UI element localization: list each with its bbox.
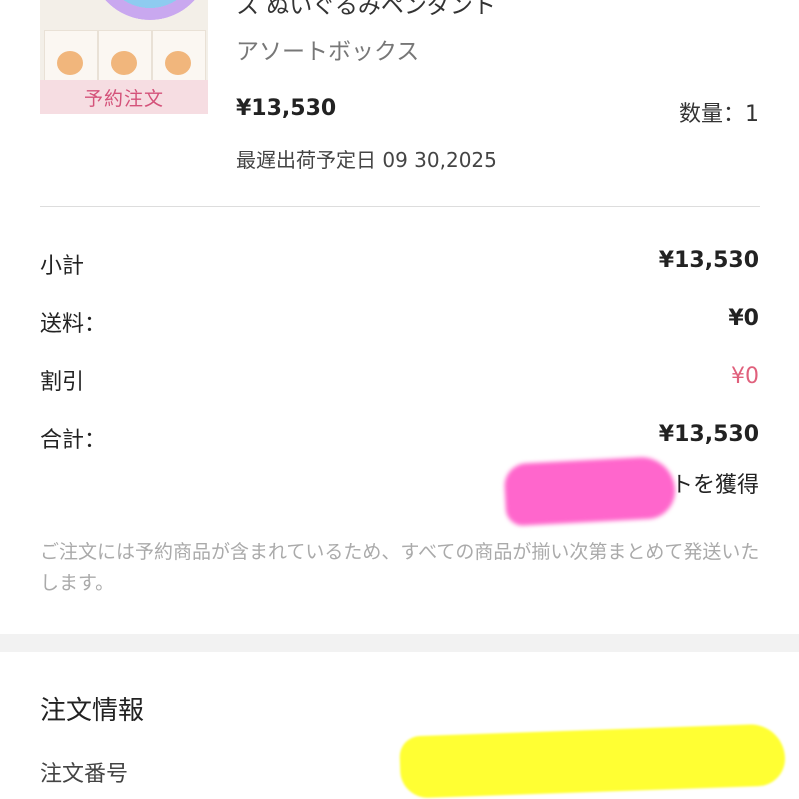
subtotal-value: ¥13,530 [658,248,759,273]
box-image [152,30,206,82]
section-separator [0,634,799,652]
subtotal-label: 小計 [40,254,85,279]
product-variant: アソートボックス [236,39,420,65]
points-earned-text: トを獲得 [670,473,759,498]
total-value: ¥13,530 [658,422,759,447]
order-info-title: 注文情報 [40,696,145,726]
redaction-scribble [503,455,677,527]
plush-face [111,51,137,75]
discount-label: 割引 [40,370,85,395]
discount-value: ¥0 [731,364,759,389]
product-name[interactable]: ス ぬいぐるみペンダント [236,0,496,20]
box-image [44,30,98,82]
plush-face [165,51,191,75]
rainbow-decoration [90,0,208,20]
plush-face [57,51,83,75]
order-number-label: 注文番号 [40,762,129,787]
preorder-badge: 予約注文 [40,80,208,114]
divider [40,206,760,207]
product-quantity: 数量：1 [679,102,759,127]
box-image [98,30,152,82]
product-thumbnail[interactable]: 予約注文 [40,0,208,114]
total-label: 合計： [40,428,107,453]
shipping-value: ¥0 [728,306,759,331]
redaction-scribble [399,723,786,799]
latest-ship-date: 最遅出荷予定日 09 30,2025 [236,148,497,172]
preorder-shipping-note: ご注文には予約商品が含まれているため、すべての商品が揃い次第まとめて発送いたしま… [40,541,760,594]
shipping-label: 送料： [40,312,107,337]
product-price: ¥13,530 [236,96,337,121]
